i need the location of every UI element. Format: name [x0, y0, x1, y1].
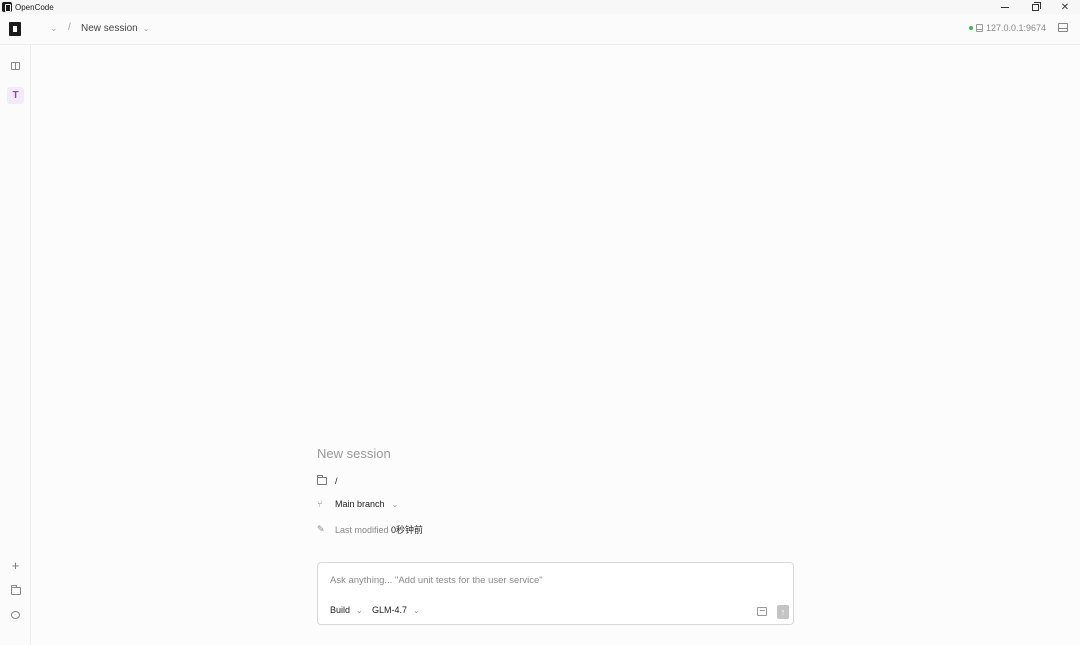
- close-button[interactable]: ✕: [1050, 0, 1080, 14]
- project-chevron-icon[interactable]: ⌄: [50, 23, 58, 34]
- plus-icon: +: [11, 558, 20, 573]
- restore-icon: [1031, 1, 1041, 11]
- agent-select[interactable]: Build ⌄: [330, 605, 363, 615]
- model-select[interactable]: GLM-4.7 ⌄: [372, 605, 420, 615]
- minimize-icon: [1001, 6, 1009, 8]
- app-window: OpenCode ✕ ⌄ / New session ⌄ 127.0.0.1:9…: [0, 0, 1080, 645]
- panel-toggle-icon[interactable]: [1058, 23, 1068, 32]
- pencil-icon: ✎: [317, 524, 325, 534]
- folder-icon: [10, 584, 21, 595]
- arrow-up-icon: ↑: [780, 607, 786, 617]
- prompt-box: Build ⌄ GLM-4.7 ⌄ ↑: [317, 562, 794, 625]
- model-select-label: GLM-4.7: [372, 605, 408, 615]
- sidebar-toggle-icon: [11, 61, 20, 70]
- new-project-button[interactable]: +: [7, 557, 24, 574]
- breadcrumb-separator: /: [68, 22, 71, 33]
- close-icon: ✕: [1060, 1, 1070, 13]
- server-icon: [976, 24, 983, 32]
- directory-path: /: [335, 476, 338, 486]
- agent-select-label: Build: [330, 605, 351, 615]
- git-branch-icon: ⑂: [317, 499, 323, 509]
- sidebar: T +: [0, 45, 31, 645]
- last-modified-label: Last modified: [335, 525, 389, 535]
- branch-name: Main branch: [335, 499, 385, 509]
- chat-icon: [11, 610, 20, 619]
- app-icon: [2, 2, 12, 12]
- minimize-button[interactable]: [990, 0, 1020, 14]
- server-address: 127.0.0.1:9674: [986, 23, 1047, 33]
- sidebar-toggle-button[interactable]: [7, 57, 24, 74]
- chevron-down-icon: ⌄: [413, 605, 420, 615]
- status-dot-icon: [969, 26, 973, 30]
- chevron-down-icon: ⌄: [391, 499, 399, 509]
- opencode-logo-icon[interactable]: [9, 22, 21, 36]
- session-title: New session: [317, 446, 391, 461]
- project-avatar[interactable]: T: [7, 87, 24, 104]
- server-status[interactable]: 127.0.0.1:9674: [969, 23, 1046, 33]
- session-branch[interactable]: ⑂ Main branch ⌄: [317, 499, 398, 509]
- session-selector[interactable]: New session ⌄: [81, 23, 149, 34]
- chevron-down-icon: ⌄: [142, 24, 150, 33]
- session-directory: /: [317, 475, 338, 486]
- app-title: OpenCode: [15, 2, 54, 12]
- restore-button[interactable]: [1020, 0, 1050, 14]
- window-controls: ✕: [990, 0, 1080, 14]
- os-titlebar: OpenCode ✕: [0, 0, 1080, 14]
- feedback-button[interactable]: [7, 606, 24, 623]
- open-folder-button[interactable]: [7, 582, 24, 599]
- app-header: ⌄ / New session ⌄ 127.0.0.1:9674: [0, 14, 1080, 45]
- session-last-modified: ✎ Last modified 0秒钟前: [317, 523, 423, 536]
- send-button[interactable]: ↑: [777, 605, 789, 619]
- folder-icon: [317, 475, 327, 485]
- chevron-down-icon: ⌄: [356, 605, 363, 615]
- attach-image-icon[interactable]: [757, 607, 767, 616]
- session-selector-label: New session: [81, 23, 138, 34]
- prompt-input[interactable]: [330, 573, 780, 587]
- last-modified-value: 0秒钟前: [391, 525, 424, 535]
